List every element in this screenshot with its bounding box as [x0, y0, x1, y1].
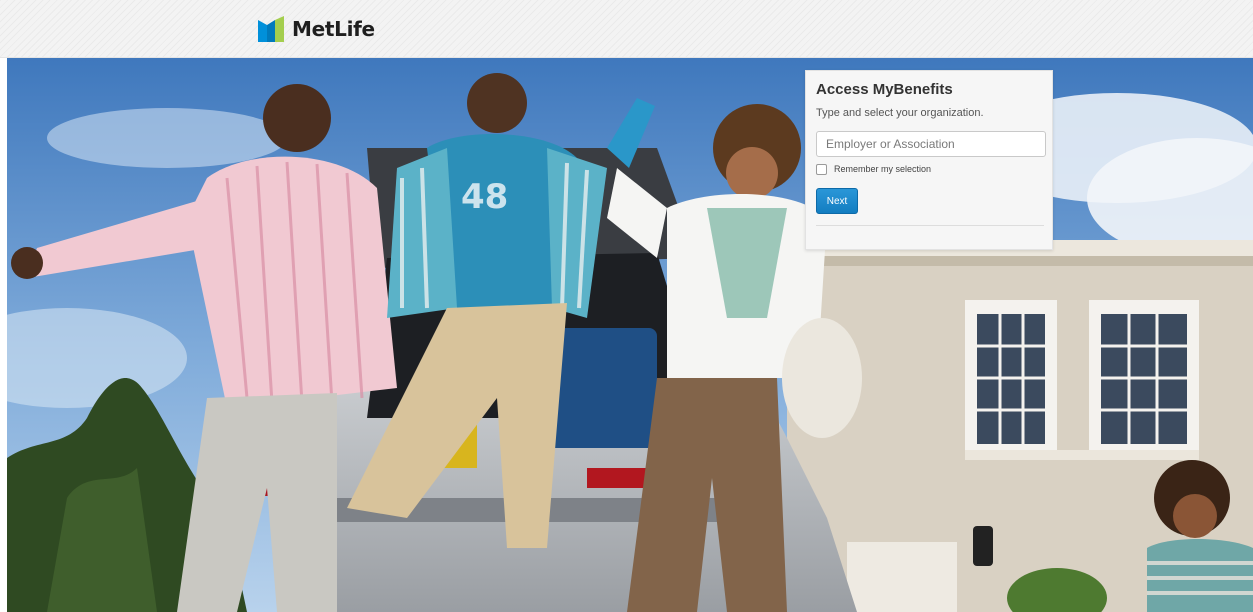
next-button[interactable]: Next	[816, 188, 858, 214]
card-divider	[816, 225, 1044, 226]
remember-selection-checkbox[interactable]	[816, 163, 827, 175]
metlife-logo[interactable]: MetLife	[258, 16, 375, 42]
card-subtitle: Type and select your organization.	[816, 107, 984, 119]
access-mybenefits-card: Access MyBenefits Type and select your o…	[805, 70, 1053, 250]
hero-photo: 48	[7, 58, 1253, 612]
metlife-logo-icon	[258, 16, 284, 42]
jersey-number: 48	[461, 177, 508, 217]
hero-image: 48	[7, 58, 1253, 612]
header: MetLife	[0, 0, 1253, 58]
brand-name: MetLife	[292, 17, 375, 41]
remember-selection-label[interactable]: Remember my selection	[834, 164, 931, 174]
organization-input[interactable]	[816, 131, 1046, 157]
remember-selection-row: Remember my selection	[816, 162, 1042, 176]
card-title: Access MyBenefits	[816, 81, 953, 98]
page: MetLife 48 Access MyBenefits Type and se…	[0, 0, 1253, 612]
